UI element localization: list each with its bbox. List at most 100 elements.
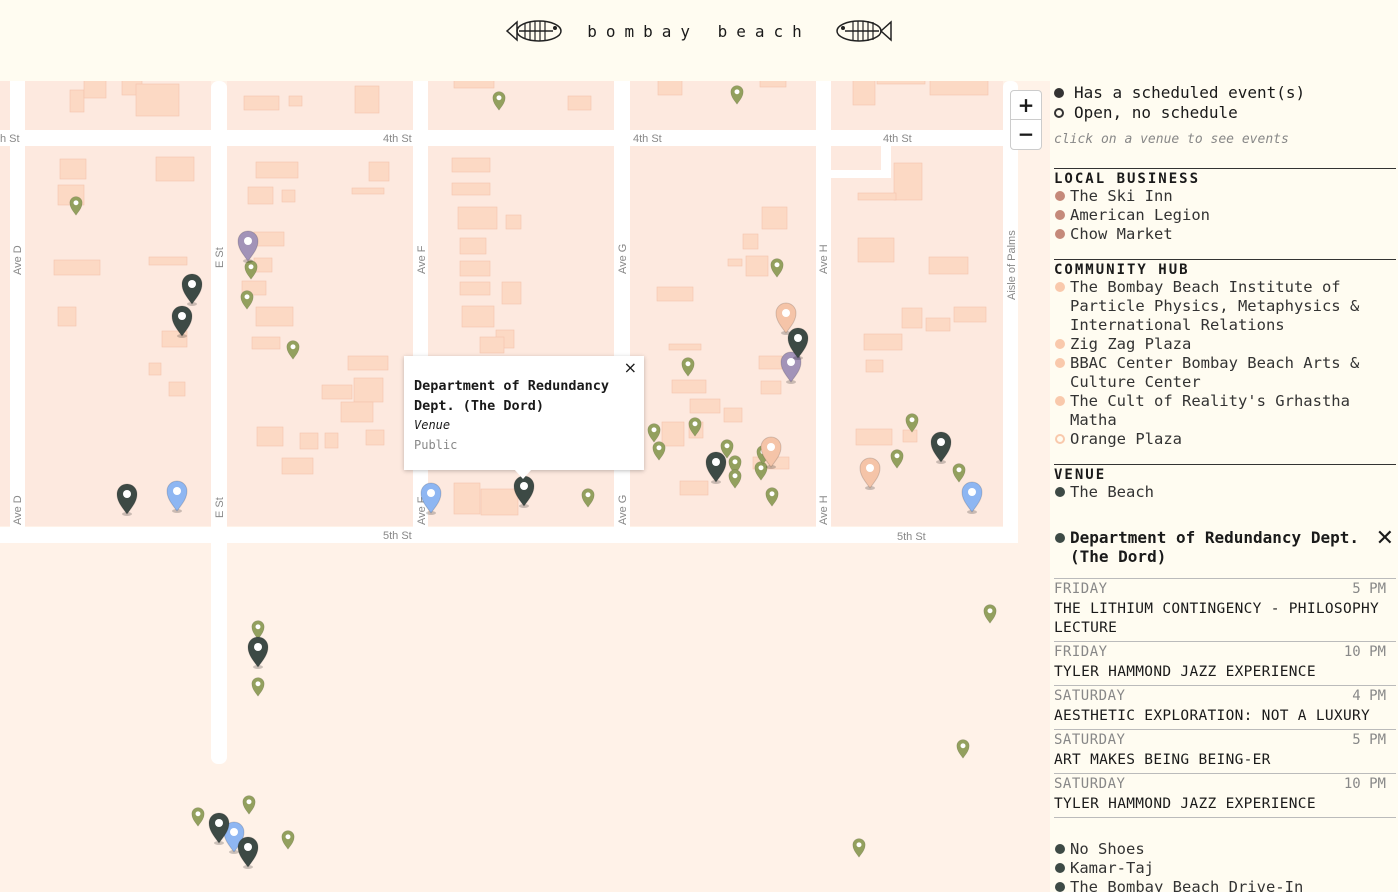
item-label: The Cult of Reality's Grhastha Matha — [1070, 392, 1350, 429]
site-header: bombay beach — [0, 0, 1398, 62]
selected-venue-name[interactable]: Department of Redundancy Dept. (The Dord… — [1070, 528, 1370, 566]
category-dot-icon — [1055, 863, 1065, 873]
list-item-zig-zag[interactable]: Zig Zag Plaza — [1054, 335, 1396, 354]
popup-title: Department of Redundancy Dept. (The Dord… — [414, 378, 610, 414]
venue-marker-icon[interactable] — [237, 836, 259, 869]
map-pin-icon[interactable] — [956, 739, 970, 759]
event-list: FRIDAY 5 PM THE LITHIUM CONTINGENCY - PH… — [1054, 578, 1396, 818]
legend-label: Has a scheduled event(s) — [1074, 83, 1306, 102]
event-title: ART MAKES BEING BEING-ER — [1054, 752, 1271, 768]
street-label: 4th St — [883, 133, 912, 145]
section-title: COMMUNITY HUB — [1054, 262, 1190, 278]
selected-venue: Department of Redundancy Dept. (The Dord… — [1054, 526, 1396, 818]
fish-skeleton-icon — [836, 20, 892, 42]
panel-hint: click on a venue to see events — [1054, 132, 1289, 147]
event-item[interactable]: SATURDAY 4 PM AESTHETIC EXPLORATION: NOT… — [1054, 685, 1396, 729]
category-dot-icon — [1055, 339, 1065, 349]
map-canvas[interactable]: h St 4th St 4th St 4th St 5th St 5th St … — [0, 81, 1050, 892]
category-dot-icon — [1055, 533, 1065, 543]
item-label: Kamar-Taj — [1070, 859, 1154, 877]
popup-tip — [514, 469, 532, 479]
category-dot-icon — [1055, 358, 1065, 368]
item-label: Orange Plaza — [1070, 430, 1182, 448]
category-dot-icon — [1055, 396, 1065, 406]
event-title: TYLER HAMMOND JAZZ EXPERIENCE — [1054, 796, 1316, 812]
item-label: The Bombay Beach Drive-In — [1070, 878, 1304, 892]
venue-popup: × Department of Redundancy Dept. (The Do… — [404, 356, 644, 470]
event-item[interactable]: FRIDAY 10 PM TYLER HAMMOND JAZZ EXPERIEN… — [1054, 641, 1396, 685]
venue-marker-icon[interactable] — [247, 636, 269, 669]
event-item[interactable]: SATURDAY 5 PM ART MAKES BEING BEING-ER — [1054, 729, 1396, 773]
street-label: Ave F — [416, 245, 428, 274]
map-pin-icon[interactable] — [852, 838, 866, 858]
list-item-ski-inn[interactable]: The Ski Inn — [1054, 187, 1396, 206]
list-item-institute[interactable]: The Bombay Beach Institute of Particle P… — [1054, 278, 1396, 335]
close-icon[interactable]: ✕ — [1376, 526, 1394, 551]
item-label: The Ski Inn — [1070, 187, 1173, 205]
street-label: Ave G — [617, 495, 629, 525]
list-item-kamar-taj[interactable]: Kamar-Taj — [1054, 859, 1396, 878]
map-pin-icon[interactable] — [251, 620, 265, 640]
section-community-hub: COMMUNITY HUB The Bombay Beach Institute… — [1054, 259, 1396, 449]
item-label: No Shoes — [1070, 840, 1145, 858]
site-title[interactable]: bombay beach — [587, 22, 811, 41]
street-label: 4th St — [633, 133, 662, 145]
event-time: 10 PM — [1343, 776, 1386, 792]
street-label: 5th St — [897, 531, 926, 543]
map-pin-icon[interactable] — [251, 677, 265, 697]
list-item-drive-in[interactable]: The Bombay Beach Drive-In — [1054, 878, 1396, 892]
zoom-in-button[interactable]: + — [1010, 90, 1042, 121]
section-title: LOCAL BUSINESS — [1054, 171, 1201, 187]
section-title: VENUE — [1054, 467, 1107, 483]
category-dot-icon — [1055, 487, 1065, 497]
event-time: 10 PM — [1343, 644, 1386, 660]
map-pin-icon[interactable] — [281, 830, 295, 850]
map-pin-icon[interactable] — [242, 795, 256, 815]
list-item-american-legion[interactable]: American Legion — [1054, 206, 1396, 225]
popup-access: Public — [414, 438, 458, 452]
street-label: Ave H — [818, 244, 830, 274]
map-pin-icon[interactable] — [191, 807, 205, 827]
list-item-cult[interactable]: The Cult of Reality's Grhastha Matha — [1054, 392, 1396, 430]
event-time: 4 PM — [1352, 688, 1386, 704]
street-label: Aisle of Palms — [1006, 230, 1018, 300]
event-day: SATURDAY — [1054, 732, 1126, 748]
street-label: Ave G — [617, 244, 629, 274]
map-pin-icon[interactable] — [983, 604, 997, 624]
legend-label: Open, no schedule — [1074, 103, 1238, 122]
item-label: The Bombay Beach Institute of Particle P… — [1070, 278, 1360, 334]
category-dot-icon — [1055, 210, 1065, 220]
item-label: The Beach — [1070, 483, 1154, 501]
list-item-the-beach[interactable]: The Beach — [1054, 483, 1396, 502]
map[interactable]: h St 4th St 4th St 4th St 5th St 5th St … — [0, 81, 1050, 892]
legend-scheduled: Has a scheduled event(s) — [1054, 83, 1305, 102]
street-label: Ave D — [12, 495, 24, 525]
item-label: American Legion — [1070, 206, 1210, 224]
popup-type: Venue — [414, 418, 451, 432]
event-title: THE LITHIUM CONTINGENCY - PHILOSOPHY LEC… — [1054, 601, 1380, 636]
venue-panel[interactable]: Has a scheduled event(s) Open, no schedu… — [1050, 81, 1398, 892]
section-venue: VENUE The Beach — [1054, 464, 1396, 502]
event-day: FRIDAY — [1054, 581, 1108, 597]
hollow-dot-icon — [1054, 107, 1064, 118]
more-venues: No Shoes Kamar-Taj The Bombay Beach Driv… — [1054, 840, 1396, 892]
list-item-no-shoes[interactable]: No Shoes — [1054, 840, 1396, 859]
list-item-chow-market[interactable]: Chow Market — [1054, 225, 1396, 244]
list-item-bbac[interactable]: BBAC Center Bombay Beach Arts & Culture … — [1054, 354, 1396, 392]
category-dot-icon — [1055, 282, 1065, 292]
event-day: SATURDAY — [1054, 688, 1126, 704]
event-item[interactable]: FRIDAY 5 PM THE LITHIUM CONTINGENCY - PH… — [1054, 578, 1396, 641]
popup-close-button[interactable]: × — [624, 358, 637, 377]
item-label: BBAC Center Bombay Beach Arts & Culture … — [1070, 354, 1360, 391]
event-title: TYLER HAMMOND JAZZ EXPERIENCE — [1054, 664, 1316, 680]
zoom-out-button[interactable]: − — [1010, 119, 1042, 150]
street-label: 5th St — [383, 530, 412, 542]
legend-open: Open, no schedule — [1054, 103, 1238, 122]
event-item[interactable]: SATURDAY 10 PM TYLER HAMMOND JAZZ EXPERI… — [1054, 773, 1396, 818]
street-label: E St — [214, 497, 226, 518]
hollow-dot-icon — [1055, 434, 1065, 444]
filled-dot-icon — [1054, 87, 1064, 98]
list-item-orange-plaza[interactable]: Orange Plaza — [1054, 430, 1396, 449]
street-label: 4th St — [383, 133, 412, 145]
fish-skeleton-icon — [506, 20, 562, 42]
